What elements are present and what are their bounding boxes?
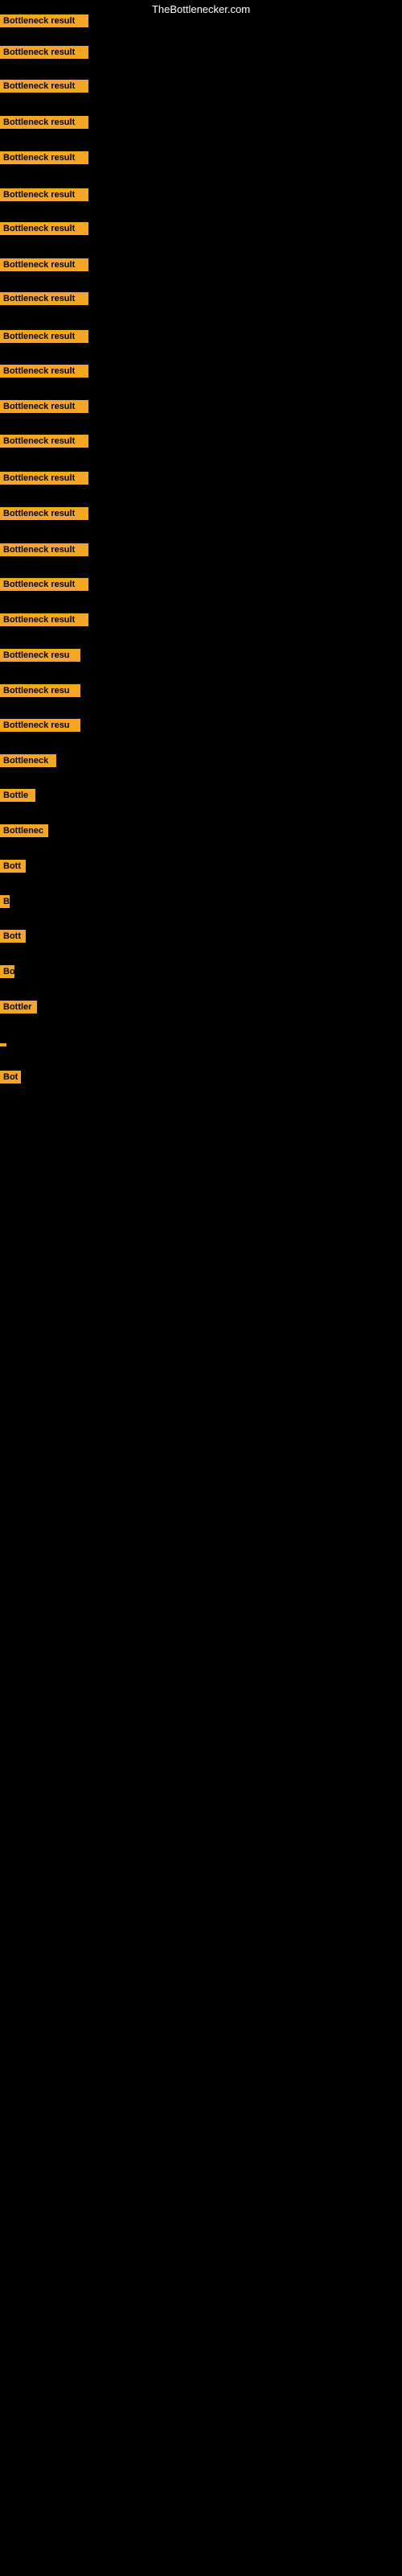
badge-23-label: Bottle (0, 789, 35, 802)
badge-15-label: Bottleneck result (0, 507, 88, 520)
badge-13: Bottleneck result (0, 435, 88, 452)
badge-16: Bottleneck result (0, 543, 88, 560)
badge-4-label: Bottleneck result (0, 116, 88, 129)
badge-18-label: Bottleneck result (0, 613, 88, 626)
badge-22-label: Bottleneck (0, 754, 56, 767)
badge-27-label: Bott (0, 930, 26, 943)
badge-21-label: Bottleneck resu (0, 719, 80, 732)
badge-5-label: Bottleneck result (0, 151, 88, 164)
badge-7-label: Bottleneck result (0, 222, 88, 235)
badge-25-label: Bott (0, 860, 26, 873)
badge-12: Bottleneck result (0, 400, 88, 417)
badge-17-label: Bottleneck result (0, 578, 88, 591)
badge-3-label: Bottleneck result (0, 80, 88, 93)
badge-15: Bottleneck result (0, 507, 88, 524)
badge-19: Bottleneck resu (0, 649, 80, 666)
badge-4: Bottleneck result (0, 116, 88, 133)
badge-11-label: Bottleneck result (0, 365, 88, 378)
badge-24: Bottlenec (0, 824, 48, 841)
badge-31-label: Bot (0, 1071, 21, 1084)
badge-1: Bottleneck result (0, 14, 88, 31)
badge-31: Bot (0, 1071, 21, 1088)
badge-26: B (0, 895, 10, 912)
badge-22: Bottleneck (0, 754, 56, 771)
badge-19-label: Bottleneck resu (0, 649, 80, 662)
badge-6-label: Bottleneck result (0, 188, 88, 201)
badge-29-label: Bottler (0, 1001, 37, 1013)
badge-10-label: Bottleneck result (0, 330, 88, 343)
badge-23: Bottle (0, 789, 35, 806)
badge-2: Bottleneck result (0, 46, 88, 63)
badge-6: Bottleneck result (0, 188, 88, 205)
badge-20: Bottleneck resu (0, 684, 80, 701)
badge-21: Bottleneck resu (0, 719, 80, 736)
badge-3: Bottleneck result (0, 80, 88, 97)
badge-9-label: Bottleneck result (0, 292, 88, 305)
badge-12-label: Bottleneck result (0, 400, 88, 413)
badge-13-label: Bottleneck result (0, 435, 88, 448)
badge-30 (0, 1036, 6, 1051)
badge-29: Bottler (0, 1001, 37, 1018)
badge-11: Bottleneck result (0, 365, 88, 382)
badge-8: Bottleneck result (0, 258, 88, 275)
badge-25: Bott (0, 860, 26, 877)
badge-16-label: Bottleneck result (0, 543, 88, 556)
badge-17: Bottleneck result (0, 578, 88, 595)
badge-24-label: Bottlenec (0, 824, 48, 837)
badge-2-label: Bottleneck result (0, 46, 88, 59)
badge-5: Bottleneck result (0, 151, 88, 168)
badge-27: Bott (0, 930, 26, 947)
badge-18: Bottleneck result (0, 613, 88, 630)
badge-7: Bottleneck result (0, 222, 88, 239)
badge-14-label: Bottleneck result (0, 472, 88, 485)
badge-9: Bottleneck result (0, 292, 88, 309)
badge-28: Bo (0, 965, 14, 982)
badge-8-label: Bottleneck result (0, 258, 88, 271)
badge-14: Bottleneck result (0, 472, 88, 489)
badge-20-label: Bottleneck resu (0, 684, 80, 697)
badge-26-label: B (0, 895, 10, 908)
badge-1-label: Bottleneck result (0, 14, 88, 27)
badge-30-label (0, 1043, 6, 1046)
badge-10: Bottleneck result (0, 330, 88, 347)
badge-28-label: Bo (0, 965, 14, 978)
